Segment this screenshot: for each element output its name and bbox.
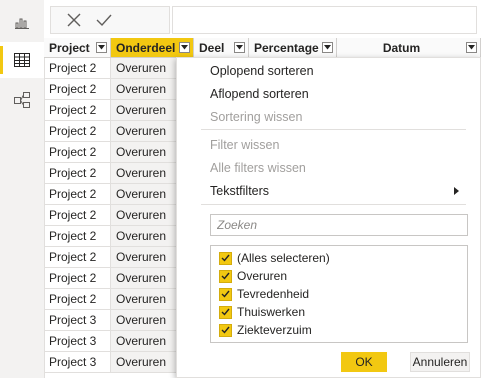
menu-divider [201,204,466,205]
cell-project[interactable]: Project 2 [44,142,111,163]
column-filter-button[interactable] [322,42,333,53]
filter-option-ziekteverzuim[interactable]: Ziekteverzuim [219,322,312,338]
chevron-down-icon [236,45,243,50]
filter-option-thuiswerken[interactable]: Thuiswerken [219,304,305,320]
cell-project[interactable]: Project 2 [44,226,111,247]
data-view-button[interactable] [0,42,44,78]
column-filter-button[interactable] [466,42,477,53]
cell-project[interactable]: Project 2 [44,268,111,289]
cell-project[interactable]: Project 2 [44,247,111,268]
close-icon [67,13,81,27]
cell-project[interactable]: Project 2 [44,163,111,184]
formula-actions [50,6,170,34]
text-filters-label: Tekstfilters [210,184,270,198]
filter-option-select-all[interactable]: (Alles selecteren) [219,250,330,266]
clear-all-filters-item: Alle filters wissen [210,161,306,175]
column-filter-button[interactable] [96,42,107,53]
checkbox-checked-icon[interactable] [219,269,232,283]
column-header-onderdeel[interactable]: Onderdeel [111,38,194,58]
checkbox-checked-icon[interactable] [219,323,232,337]
filter-value-list: (Alles selecteren) Overuren Tevredenheid… [210,245,468,343]
filter-option-label: (Alles selecteren) [237,251,330,265]
filter-option-label: Overuren [237,269,288,283]
chevron-down-icon [181,45,188,50]
column-header-label: Project [49,40,90,55]
column-header-deel[interactable]: Deel [194,38,249,58]
filter-option-label: Tevredenheid [237,287,310,301]
report-view-icon [15,18,29,29]
filter-search-input[interactable] [210,214,468,236]
sort-ascending-item[interactable]: Oplopend sorteren [210,64,314,78]
cancel-formula-button[interactable] [59,7,89,33]
column-header-label: Deel [199,40,225,55]
checkbox-checked-icon[interactable] [219,287,232,301]
text-filters-item[interactable]: Tekstfilters [210,184,269,198]
cell-project[interactable]: Project 2 [44,79,111,100]
column-filter-menu: Oplopend sorteren Aflopend sorteren Sort… [176,57,481,378]
ok-button[interactable]: OK [341,352,387,372]
formula-input[interactable] [172,6,477,34]
cell-project[interactable]: Project 3 [44,310,111,331]
column-filter-button[interactable] [179,42,190,53]
chevron-down-icon [98,45,105,50]
report-view-button[interactable] [0,4,44,40]
clear-filter-item: Filter wissen [210,138,280,152]
chevron-down-icon [324,45,331,50]
filter-option-label: Ziekteverzuim [237,323,312,337]
cancel-button[interactable]: Annuleren [410,352,470,372]
chevron-down-icon [468,45,475,50]
model-view-button[interactable] [0,82,44,118]
checkbox-checked-icon[interactable] [219,251,232,265]
filter-option-overuren[interactable]: Overuren [219,268,287,284]
cell-project[interactable]: Project 2 [44,121,111,142]
column-header-percentage[interactable]: Percentage [249,38,337,58]
column-header-project[interactable]: Project [44,38,111,58]
column-header-label: Datum [382,40,421,55]
checkbox-checked-icon[interactable] [219,305,232,319]
filter-option-tevredenheid[interactable]: Tevredenheid [219,286,309,302]
clear-sort-item: Sortering wissen [210,110,303,124]
chevron-right-icon [454,187,459,195]
column-filter-button[interactable] [234,42,245,53]
confirm-formula-button[interactable] [89,7,119,33]
cell-project[interactable]: Project 2 [44,184,111,205]
model-view-icon [14,92,30,108]
formula-bar [44,0,481,39]
filter-option-label: Thuiswerken [237,305,306,319]
cell-project[interactable]: Project 2 [44,100,111,121]
menu-divider [201,129,466,130]
sort-descending-item[interactable]: Aflopend sorteren [210,87,309,101]
cell-project[interactable]: Project 3 [44,352,111,373]
cell-project[interactable]: Project 3 [44,331,111,352]
column-header-datum[interactable]: Datum [337,38,481,58]
cell-project[interactable]: Project 2 [44,205,111,226]
column-header-label: Onderdeel [116,40,176,55]
cell-project[interactable]: Project 2 [44,58,111,79]
cell-project[interactable]: Project 2 [44,289,111,310]
column-header-label: Percentage [254,40,319,55]
view-sidebar [0,0,45,378]
data-view-icon [14,53,30,67]
check-icon [96,14,112,27]
